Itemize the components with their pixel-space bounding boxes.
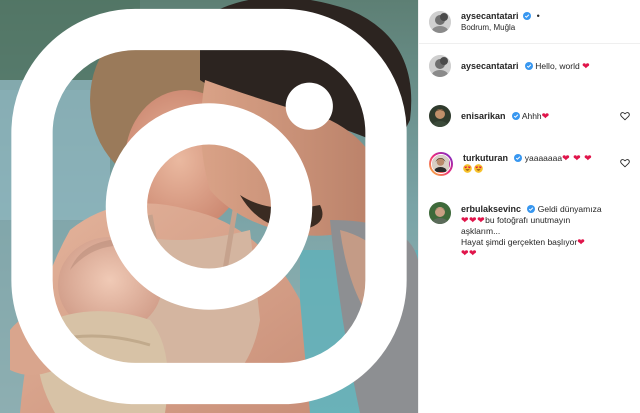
separator-dot: • [536,10,540,21]
comment-list: aysecantatari Hello, world ❤ enisarikan … [419,44,640,259]
red-heart-icon: ❤ ❤ ❤ [562,153,593,163]
heart-outline-icon[interactable] [620,158,630,168]
red-heart-icon: ❤ [582,61,591,71]
verified-badge-icon [524,62,533,70]
red-heart-icon: ❤❤❤ [461,215,486,225]
commenter-avatar-image [432,155,449,172]
post-header: aysecantatari • Bodrum, Muğla [419,0,640,44]
verified-badge-icon [523,11,532,20]
heart-eyes-face-icon [463,164,472,173]
comment-text-line3: aşklarım... [461,226,501,236]
commenter-avatar-image [429,202,451,224]
caption-avatar[interactable] [429,55,451,77]
commenter-avatar[interactable] [429,105,451,127]
comment-item: erbulaksevinc Geldi dünyamıza ❤❤❤bu foto… [429,202,630,259]
caption: aysecantatari Hello, world ❤ [429,55,630,77]
comment-item: enisarikan Ahhh❤ [429,105,630,127]
comment-text: yaaaaaaa [524,153,563,163]
post-photo[interactable] [0,0,418,413]
post-location[interactable]: Bodrum, Muğla [461,22,543,34]
verified-badge-icon [514,154,523,162]
comment-text: Ahhh [521,111,542,121]
verified-badge-icon [511,112,520,120]
author-avatar[interactable] [429,10,451,33]
caption-username[interactable]: aysecantatari [461,61,519,71]
commenter-avatar-image [429,105,451,127]
instagram-post: aysecantatari • Bodrum, Muğla aysecantat… [0,0,640,413]
comment-text-line1: Geldi dünyamıza [537,204,602,214]
heart-eyes-face-icon [474,164,484,173]
commenter-username[interactable]: erbulaksevinc [461,204,521,214]
verified-badge-icon [527,205,536,213]
post-side-panel: aysecantatari • Bodrum, Muğla aysecantat… [418,0,640,413]
commenter-username[interactable]: enisarikan [461,111,506,121]
red-heart-icon: ❤❤ [461,248,478,258]
red-heart-icon: ❤ [541,111,550,121]
red-heart-icon: ❤ [577,237,586,247]
heart-outline-icon[interactable] [620,111,630,121]
comment-item: turkuturan yaaaaaaa❤ ❤ ❤ [429,152,630,176]
comment-text-line4: Hayat şimdi gerçekten başlıyor [461,237,578,247]
caption-text: Hello, world [535,61,580,71]
commenter-username[interactable]: turkuturan [463,153,508,163]
caption-avatar-image [429,55,451,77]
commenter-avatar-story-ring[interactable] [429,152,453,176]
author-username[interactable]: aysecantatari [461,11,519,21]
instagram-logo-icon [11,8,407,405]
comment-text-line2: bu fotoğrafı unutmayın [485,215,571,225]
author-avatar-image [429,10,451,33]
commenter-avatar[interactable] [429,202,451,224]
